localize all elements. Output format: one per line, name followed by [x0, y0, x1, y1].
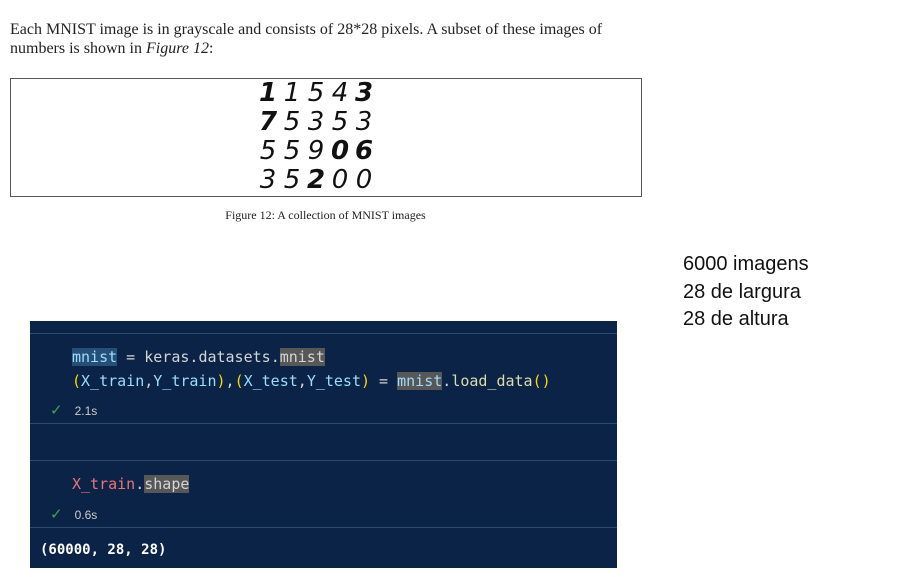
- token-var: mnist: [397, 372, 443, 390]
- token-op: =: [117, 348, 145, 366]
- cell1-exec-time: 2.1s: [74, 404, 98, 418]
- digit: 2: [306, 165, 326, 195]
- digit: 0: [331, 165, 349, 195]
- paper-intro-end: :: [208, 40, 214, 57]
- token-paren: ): [361, 372, 371, 390]
- token-comma: ,: [225, 372, 235, 390]
- digit: 5: [283, 136, 301, 166]
- token-attr: datasets: [198, 348, 271, 366]
- cell-output: (60000, 28, 28): [40, 542, 167, 558]
- cell1-exec-status: ✓ 2.1s: [50, 401, 97, 419]
- digit-row: 11543: [256, 79, 416, 108]
- token-attr: shape: [144, 475, 190, 493]
- token-module: keras: [144, 348, 190, 366]
- digit: 5: [307, 78, 325, 108]
- mnist-figure: 11543 75353 55906 35200: [10, 78, 642, 197]
- token-paren: ): [216, 372, 226, 390]
- digit-row: 75353: [256, 108, 416, 137]
- cell-divider: [30, 423, 617, 424]
- check-icon: ✓: [50, 402, 63, 419]
- figure-reference: Figure 12: [146, 40, 209, 57]
- digit-row: 35200: [256, 166, 416, 195]
- token-op: =: [370, 372, 398, 390]
- figure-caption: Figure 12: A collection of MNIST images: [225, 208, 426, 222]
- code-line-1[interactable]: mnist = keras.datasets.mnist: [72, 348, 325, 366]
- note-line-height: 28 de altura: [683, 308, 789, 330]
- cell2-exec-status: ✓ 0.6s: [50, 505, 97, 523]
- code-line-3[interactable]: X_train.shape: [72, 475, 190, 493]
- digit: 1: [258, 78, 278, 108]
- digit: 1: [283, 78, 301, 108]
- digit: 6: [354, 136, 374, 166]
- digit: 5: [331, 107, 349, 137]
- notebook-panel: mnist = keras.datasets.mnist (X_train,Y_…: [30, 321, 617, 568]
- paper-intro-text: Each MNIST image is in grayscale and con…: [10, 21, 603, 57]
- digit: 4: [331, 78, 349, 108]
- digit: 3: [354, 78, 374, 108]
- check-icon: ✓: [50, 506, 63, 523]
- paper-paragraph: Each MNIST image is in grayscale and con…: [10, 20, 650, 58]
- token-var: mnist: [72, 348, 118, 366]
- note-line-images: 6000 imagens: [683, 253, 809, 275]
- digit: 3: [355, 107, 373, 137]
- token-comma: ,: [297, 372, 307, 390]
- digit: 0: [330, 136, 350, 166]
- token-var: Y_train: [153, 372, 217, 390]
- digit: 7: [258, 107, 278, 137]
- token-attr: mnist: [279, 348, 325, 366]
- token-paren: (: [234, 372, 244, 390]
- cell-divider: [30, 460, 617, 461]
- digit-row: 55906: [256, 137, 416, 166]
- token-dot: .: [135, 475, 145, 493]
- code-line-2[interactable]: (X_train,Y_train),(X_test,Y_test) = mnis…: [72, 372, 551, 390]
- mnist-digit-grid: 11543 75353 55906 35200: [256, 79, 416, 195]
- digit: 3: [259, 165, 277, 195]
- digit: 0: [355, 165, 373, 195]
- digit: 5: [283, 165, 301, 195]
- token-paren: (): [532, 372, 551, 390]
- annotation-note: 6000 imagens 28 de largura 28 de altura: [683, 251, 809, 334]
- cell-divider: [30, 333, 617, 334]
- token-dot: .: [442, 372, 452, 390]
- token-var: X_train: [72, 475, 136, 493]
- token-function: load_data: [451, 372, 533, 390]
- token-var: X_test: [243, 372, 298, 390]
- digit: 5: [283, 107, 301, 137]
- token-var: Y_test: [306, 372, 361, 390]
- cell2-exec-time: 0.6s: [74, 508, 98, 522]
- token-dot: .: [270, 348, 280, 366]
- digit: 3: [307, 107, 325, 137]
- token-var: X_train: [81, 372, 145, 390]
- token-comma: ,: [144, 372, 154, 390]
- digit: 9: [307, 136, 325, 166]
- note-line-width: 28 de largura: [683, 280, 801, 303]
- cell-divider: [30, 527, 617, 528]
- token-paren: (: [72, 372, 82, 390]
- digit: 5: [259, 136, 277, 166]
